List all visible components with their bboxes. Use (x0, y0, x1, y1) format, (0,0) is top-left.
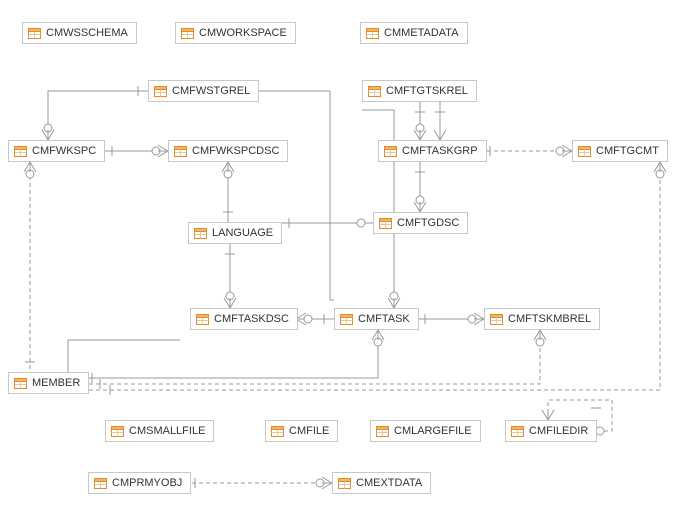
table-icon (511, 426, 524, 437)
entity-label: CMLARGEFILE (394, 425, 472, 437)
entity-cmftaskdsc[interactable]: CMFTASKDSC (190, 308, 298, 330)
entity-label: CMMETADATA (384, 27, 459, 39)
entity-language[interactable]: LANGUAGE (188, 222, 282, 244)
entity-cmftskmbrel[interactable]: CMFTSKMBREL (484, 308, 600, 330)
entity-cmfwkspcdsc[interactable]: CMFWKSPCDSC (168, 140, 288, 162)
table-icon (94, 478, 107, 489)
entity-cmwsschema[interactable]: CMWSSCHEMA (22, 22, 137, 44)
entity-cmprmyobj[interactable]: CMPRMYOBJ (88, 472, 191, 494)
table-icon (379, 218, 392, 229)
table-icon (340, 314, 353, 325)
table-icon (14, 378, 27, 389)
entity-cmfwstgrel[interactable]: CMFWSTGREL (148, 80, 259, 102)
entity-label: CMFTASKDSC (214, 313, 289, 325)
table-icon (196, 314, 209, 325)
entity-label: CMFWSTGREL (172, 85, 250, 97)
entity-label: CMFWKSPC (32, 145, 96, 157)
table-icon (578, 146, 591, 157)
table-icon (28, 28, 41, 39)
table-icon (194, 228, 207, 239)
entity-label: LANGUAGE (212, 227, 273, 239)
entity-member[interactable]: MEMBER (8, 372, 89, 394)
entity-cmftgdsc[interactable]: CMFTGDSC (373, 212, 468, 234)
table-icon (366, 28, 379, 39)
entity-label: CMFTASK (358, 313, 410, 325)
table-icon (174, 146, 187, 157)
entity-label: CMEXTDATA (356, 477, 422, 489)
entity-cmftgcmt[interactable]: CMFTGCMT (572, 140, 668, 162)
entity-cmworkspace[interactable]: CMWORKSPACE (175, 22, 296, 44)
entity-cmfiledir[interactable]: CMFILEDIR (505, 420, 597, 442)
entity-cmfwkspc[interactable]: CMFWKSPC (8, 140, 105, 162)
entity-cmsmallfile[interactable]: CMSMALLFILE (105, 420, 214, 442)
entity-label: CMFTASKGRP (402, 145, 478, 157)
table-icon (384, 146, 397, 157)
entity-label: CMPRMYOBJ (112, 477, 182, 489)
entity-label: MEMBER (32, 377, 80, 389)
entity-label: CMWORKSPACE (199, 27, 287, 39)
table-icon (338, 478, 351, 489)
table-icon (490, 314, 503, 325)
table-icon (271, 426, 284, 437)
table-icon (14, 146, 27, 157)
entity-cmmetadata[interactable]: CMMETADATA (360, 22, 468, 44)
entity-label: CMFTGCMT (596, 145, 659, 157)
entity-label: CMSMALLFILE (129, 425, 205, 437)
entity-label: CMFTGTSKREL (386, 85, 468, 97)
entity-cmfile[interactable]: CMFILE (265, 420, 338, 442)
table-icon (181, 28, 194, 39)
entity-label: CMFWKSPCDSC (192, 145, 279, 157)
table-icon (154, 86, 167, 97)
entity-cmextdata[interactable]: CMEXTDATA (332, 472, 431, 494)
er-diagram-canvas: .solid{stroke:#999;stroke-width:1;fill:n… (0, 0, 699, 515)
entity-cmftask[interactable]: CMFTASK (334, 308, 419, 330)
entity-cmlargefile[interactable]: CMLARGEFILE (370, 420, 481, 442)
table-icon (368, 86, 381, 97)
entity-label: CMFTSKMBREL (508, 313, 591, 325)
entity-label: CMFILE (289, 425, 329, 437)
entity-label: CMFILEDIR (529, 425, 588, 437)
entity-label: CMFTGDSC (397, 217, 459, 229)
entity-label: CMWSSCHEMA (46, 27, 128, 39)
table-icon (376, 426, 389, 437)
table-icon (111, 426, 124, 437)
entity-cmftaskgrp[interactable]: CMFTASKGRP (378, 140, 487, 162)
entity-cmftgtskrel[interactable]: CMFTGTSKREL (362, 80, 477, 102)
